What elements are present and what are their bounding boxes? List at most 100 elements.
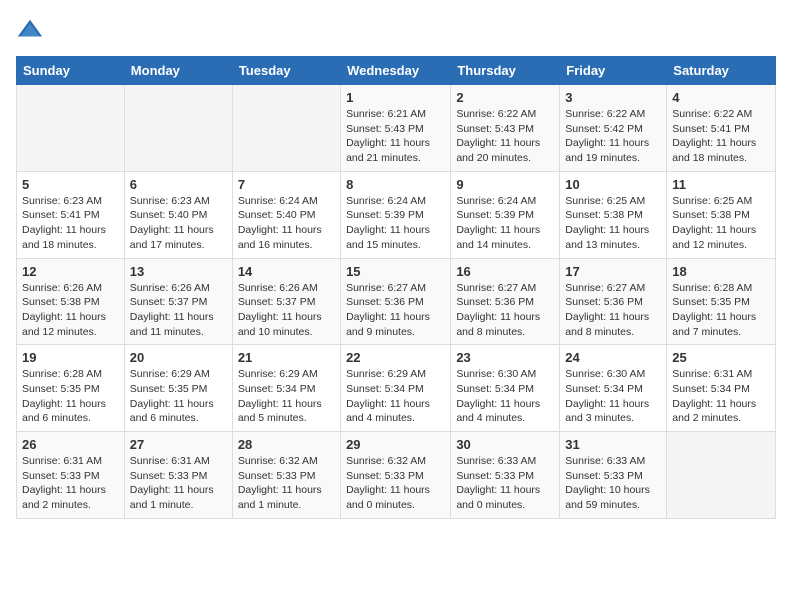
day-info: Sunrise: 6:33 AMSunset: 5:33 PMDaylight:… <box>456 454 554 513</box>
weekday-header-saturday: Saturday <box>667 57 776 85</box>
page-header <box>16 16 776 44</box>
day-info: Sunrise: 6:31 AMSunset: 5:33 PMDaylight:… <box>130 454 227 513</box>
day-info: Sunrise: 6:25 AMSunset: 5:38 PMDaylight:… <box>672 194 770 253</box>
day-number: 19 <box>22 350 119 365</box>
day-info: Sunrise: 6:32 AMSunset: 5:33 PMDaylight:… <box>346 454 445 513</box>
day-number: 9 <box>456 177 554 192</box>
day-number: 5 <box>22 177 119 192</box>
day-info: Sunrise: 6:26 AMSunset: 5:38 PMDaylight:… <box>22 281 119 340</box>
day-number: 20 <box>130 350 227 365</box>
calendar-cell <box>232 85 340 172</box>
day-number: 31 <box>565 437 661 452</box>
day-info: Sunrise: 6:29 AMSunset: 5:34 PMDaylight:… <box>238 367 335 426</box>
calendar-cell: 8 Sunrise: 6:24 AMSunset: 5:39 PMDaylight… <box>341 171 451 258</box>
calendar-cell: 22Sunrise: 6:29 AMSunset: 5:34 PMDayligh… <box>341 345 451 432</box>
day-info: Sunrise: 6:31 AMSunset: 5:34 PMDaylight:… <box>672 367 770 426</box>
day-number: 25 <box>672 350 770 365</box>
day-number: 7 <box>238 177 335 192</box>
calendar-cell: 26Sunrise: 6:31 AMSunset: 5:33 PMDayligh… <box>17 432 125 519</box>
day-number: 14 <box>238 264 335 279</box>
day-info: Sunrise: 6:32 AMSunset: 5:33 PMDaylight:… <box>238 454 335 513</box>
week-row-1: 1 Sunrise: 6:21 AMSunset: 5:43 PMDaylight… <box>17 85 776 172</box>
day-number: 8 <box>346 177 445 192</box>
calendar-cell: 7 Sunrise: 6:24 AMSunset: 5:40 PMDaylight… <box>232 171 340 258</box>
weekday-header-friday: Friday <box>560 57 667 85</box>
calendar-cell: 29 Sunrise: 6:32 AMSunset: 5:33 PMDayligh… <box>341 432 451 519</box>
day-info: Sunrise: 6:23 AMSunset: 5:41 PMDaylight:… <box>22 194 119 253</box>
day-info: Sunrise: 6:30 AMSunset: 5:34 PMDaylight:… <box>565 367 661 426</box>
day-info: Sunrise: 6:25 AMSunset: 5:38 PMDaylight:… <box>565 194 661 253</box>
calendar-cell: 5 Sunrise: 6:23 AMSunset: 5:41 PMDaylight… <box>17 171 125 258</box>
calendar-cell <box>667 432 776 519</box>
day-number: 13 <box>130 264 227 279</box>
day-number: 10 <box>565 177 661 192</box>
day-info: Sunrise: 6:31 AMSunset: 5:33 PMDaylight:… <box>22 454 119 513</box>
day-info: Sunrise: 6:26 AMSunset: 5:37 PMDaylight:… <box>238 281 335 340</box>
week-row-4: 19 Sunrise: 6:28 AMSunset: 5:35 PMDayligh… <box>17 345 776 432</box>
day-number: 29 <box>346 437 445 452</box>
day-info: Sunrise: 6:22 AMSunset: 5:42 PMDaylight:… <box>565 107 661 166</box>
calendar-cell: 10 Sunrise: 6:25 AMSunset: 5:38 PMDayligh… <box>560 171 667 258</box>
calendar-cell: 1 Sunrise: 6:21 AMSunset: 5:43 PMDaylight… <box>341 85 451 172</box>
day-info: Sunrise: 6:27 AMSunset: 5:36 PMDaylight:… <box>565 281 661 340</box>
day-number: 15 <box>346 264 445 279</box>
calendar-cell: 17 Sunrise: 6:27 AMSunset: 5:36 PMDayligh… <box>560 258 667 345</box>
calendar-cell: 12 Sunrise: 6:26 AMSunset: 5:38 PMDayligh… <box>17 258 125 345</box>
calendar-cell: 4Sunrise: 6:22 AMSunset: 5:41 PMDaylight… <box>667 85 776 172</box>
calendar-cell: 21 Sunrise: 6:29 AMSunset: 5:34 PMDayligh… <box>232 345 340 432</box>
day-info: Sunrise: 6:23 AMSunset: 5:40 PMDaylight:… <box>130 194 227 253</box>
day-info: Sunrise: 6:30 AMSunset: 5:34 PMDaylight:… <box>456 367 554 426</box>
day-number: 16 <box>456 264 554 279</box>
day-number: 6 <box>130 177 227 192</box>
day-number: 4 <box>672 90 770 105</box>
logo-icon <box>16 16 44 44</box>
day-info: Sunrise: 6:26 AMSunset: 5:37 PMDaylight:… <box>130 281 227 340</box>
weekday-header-tuesday: Tuesday <box>232 57 340 85</box>
day-info: Sunrise: 6:28 AMSunset: 5:35 PMDaylight:… <box>672 281 770 340</box>
weekday-header-row: SundayMondayTuesdayWednesdayThursdayFrid… <box>17 57 776 85</box>
calendar-cell: 20 Sunrise: 6:29 AMSunset: 5:35 PMDayligh… <box>124 345 232 432</box>
week-row-5: 26Sunrise: 6:31 AMSunset: 5:33 PMDayligh… <box>17 432 776 519</box>
day-number: 24 <box>565 350 661 365</box>
day-info: Sunrise: 6:29 AMSunset: 5:35 PMDaylight:… <box>130 367 227 426</box>
day-info: Sunrise: 6:28 AMSunset: 5:35 PMDaylight:… <box>22 367 119 426</box>
day-info: Sunrise: 6:24 AMSunset: 5:39 PMDaylight:… <box>346 194 445 253</box>
calendar-cell: 3 Sunrise: 6:22 AMSunset: 5:42 PMDaylight… <box>560 85 667 172</box>
week-row-2: 5 Sunrise: 6:23 AMSunset: 5:41 PMDaylight… <box>17 171 776 258</box>
calendar-cell: 30Sunrise: 6:33 AMSunset: 5:33 PMDayligh… <box>451 432 560 519</box>
weekday-header-monday: Monday <box>124 57 232 85</box>
calendar-cell: 6 Sunrise: 6:23 AMSunset: 5:40 PMDaylight… <box>124 171 232 258</box>
weekday-header-sunday: Sunday <box>17 57 125 85</box>
week-row-3: 12 Sunrise: 6:26 AMSunset: 5:38 PMDayligh… <box>17 258 776 345</box>
calendar-cell: 11 Sunrise: 6:25 AMSunset: 5:38 PMDayligh… <box>667 171 776 258</box>
weekday-header-wednesday: Wednesday <box>341 57 451 85</box>
day-number: 23 <box>456 350 554 365</box>
calendar-cell: 23 Sunrise: 6:30 AMSunset: 5:34 PMDayligh… <box>451 345 560 432</box>
calendar-cell: 19 Sunrise: 6:28 AMSunset: 5:35 PMDayligh… <box>17 345 125 432</box>
day-info: Sunrise: 6:22 AMSunset: 5:43 PMDaylight:… <box>456 107 554 166</box>
day-number: 11 <box>672 177 770 192</box>
day-info: Sunrise: 6:24 AMSunset: 5:39 PMDaylight:… <box>456 194 554 253</box>
calendar-cell: 27Sunrise: 6:31 AMSunset: 5:33 PMDayligh… <box>124 432 232 519</box>
day-number: 28 <box>238 437 335 452</box>
day-number: 18 <box>672 264 770 279</box>
calendar-cell <box>17 85 125 172</box>
calendar-cell: 15 Sunrise: 6:27 AMSunset: 5:36 PMDayligh… <box>341 258 451 345</box>
day-info: Sunrise: 6:27 AMSunset: 5:36 PMDaylight:… <box>456 281 554 340</box>
day-number: 17 <box>565 264 661 279</box>
day-number: 12 <box>22 264 119 279</box>
logo <box>16 16 48 44</box>
day-number: 1 <box>346 90 445 105</box>
day-info: Sunrise: 6:24 AMSunset: 5:40 PMDaylight:… <box>238 194 335 253</box>
day-number: 21 <box>238 350 335 365</box>
calendar-cell: 9 Sunrise: 6:24 AMSunset: 5:39 PMDaylight… <box>451 171 560 258</box>
day-number: 3 <box>565 90 661 105</box>
calendar-table: SundayMondayTuesdayWednesdayThursdayFrid… <box>16 56 776 519</box>
calendar-cell: 24 Sunrise: 6:30 AMSunset: 5:34 PMDayligh… <box>560 345 667 432</box>
day-info: Sunrise: 6:33 AMSunset: 5:33 PMDaylight:… <box>565 454 661 513</box>
day-info: Sunrise: 6:21 AMSunset: 5:43 PMDaylight:… <box>346 107 445 166</box>
day-info: Sunrise: 6:27 AMSunset: 5:36 PMDaylight:… <box>346 281 445 340</box>
calendar-cell: 31 Sunrise: 6:33 AMSunset: 5:33 PMDayligh… <box>560 432 667 519</box>
calendar-cell: 18 Sunrise: 6:28 AMSunset: 5:35 PMDayligh… <box>667 258 776 345</box>
calendar-cell: 28 Sunrise: 6:32 AMSunset: 5:33 PMDayligh… <box>232 432 340 519</box>
